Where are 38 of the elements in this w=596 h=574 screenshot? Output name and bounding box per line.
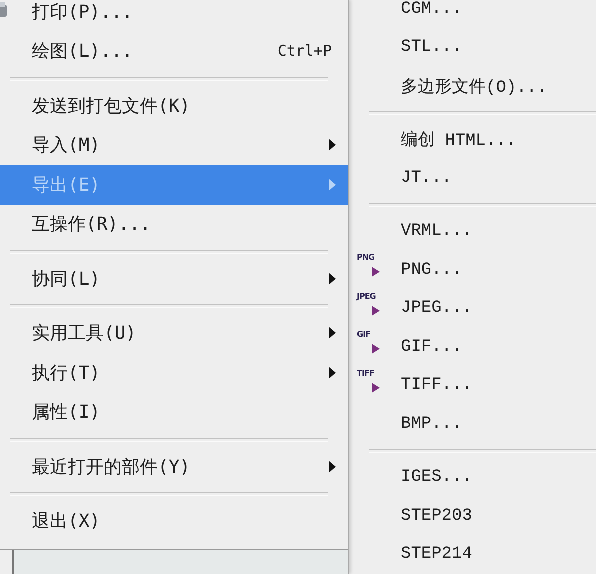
menu-item[interactable]: 最近打开的部件(Y) (0, 447, 348, 486)
menu-item[interactable]: PNG... (401, 260, 462, 280)
menu-item[interactable]: STL... (401, 38, 462, 58)
menu-item[interactable]: 退出(X) (0, 502, 348, 541)
menu-item[interactable]: 协同(L) (0, 259, 348, 298)
menu-item-label: 实用工具(U) (32, 322, 137, 346)
menu-item[interactable]: JPEG... (401, 299, 472, 318)
menu-item[interactable]: 绘图(L)... Ctrl+P (0, 32, 348, 71)
menu-item[interactable]: 多边形文件(O)... (401, 74, 548, 98)
menu-item[interactable]: 实用工具(U) (0, 314, 348, 353)
shortcut-text: Ctrl+P (278, 42, 332, 60)
menu-item[interactable]: IGES... (401, 468, 472, 488)
menu-item[interactable]: 打印(P)... (0, 0, 348, 32)
menu-item-label: 绘图(L)... (32, 40, 134, 64)
menu-item[interactable]: CGM... (401, 0, 462, 19)
menu-item[interactable]: STEP203 (401, 506, 472, 526)
menu-item[interactable]: STEP214 (401, 545, 472, 564)
menu-item-label: 协同(L) (32, 268, 101, 291)
menu-item-label: 导入(M) (32, 134, 101, 158)
menu-item-label: 属性(I) (32, 401, 101, 424)
menu-item-label: 发送到打包文件(K) (32, 94, 191, 118)
menu-item[interactable]: 导入(M) (0, 126, 348, 165)
menu-item-label: 退出(X) (32, 510, 101, 534)
menu-item[interactable]: GIF... (401, 338, 462, 357)
menu-item[interactable]: 属性(I) (0, 392, 348, 432)
menu-item[interactable]: BMP... (401, 414, 462, 434)
menu-item[interactable]: 执行(T) (0, 353, 348, 392)
menu-item-label: 最近打开的部件(Y) (32, 456, 191, 479)
menu-item-label: 导出(E) (32, 174, 101, 197)
menu-item[interactable]: 互操作(R)... (0, 204, 348, 244)
menu-item-label: 执行(T) (32, 362, 101, 385)
menu-item[interactable]: 发送到打包文件(K) (0, 86, 348, 126)
menu-item[interactable]: JT... (401, 168, 452, 188)
menu-item[interactable]: VRML... (401, 222, 472, 242)
menu-item[interactable]: 编创 HTML... (401, 128, 517, 152)
menu-item-label: 互操作(R)... (32, 213, 152, 236)
menu-item-label: 打印(P)... (32, 0, 134, 24)
menu-item[interactable]: TIFF... (401, 376, 472, 396)
